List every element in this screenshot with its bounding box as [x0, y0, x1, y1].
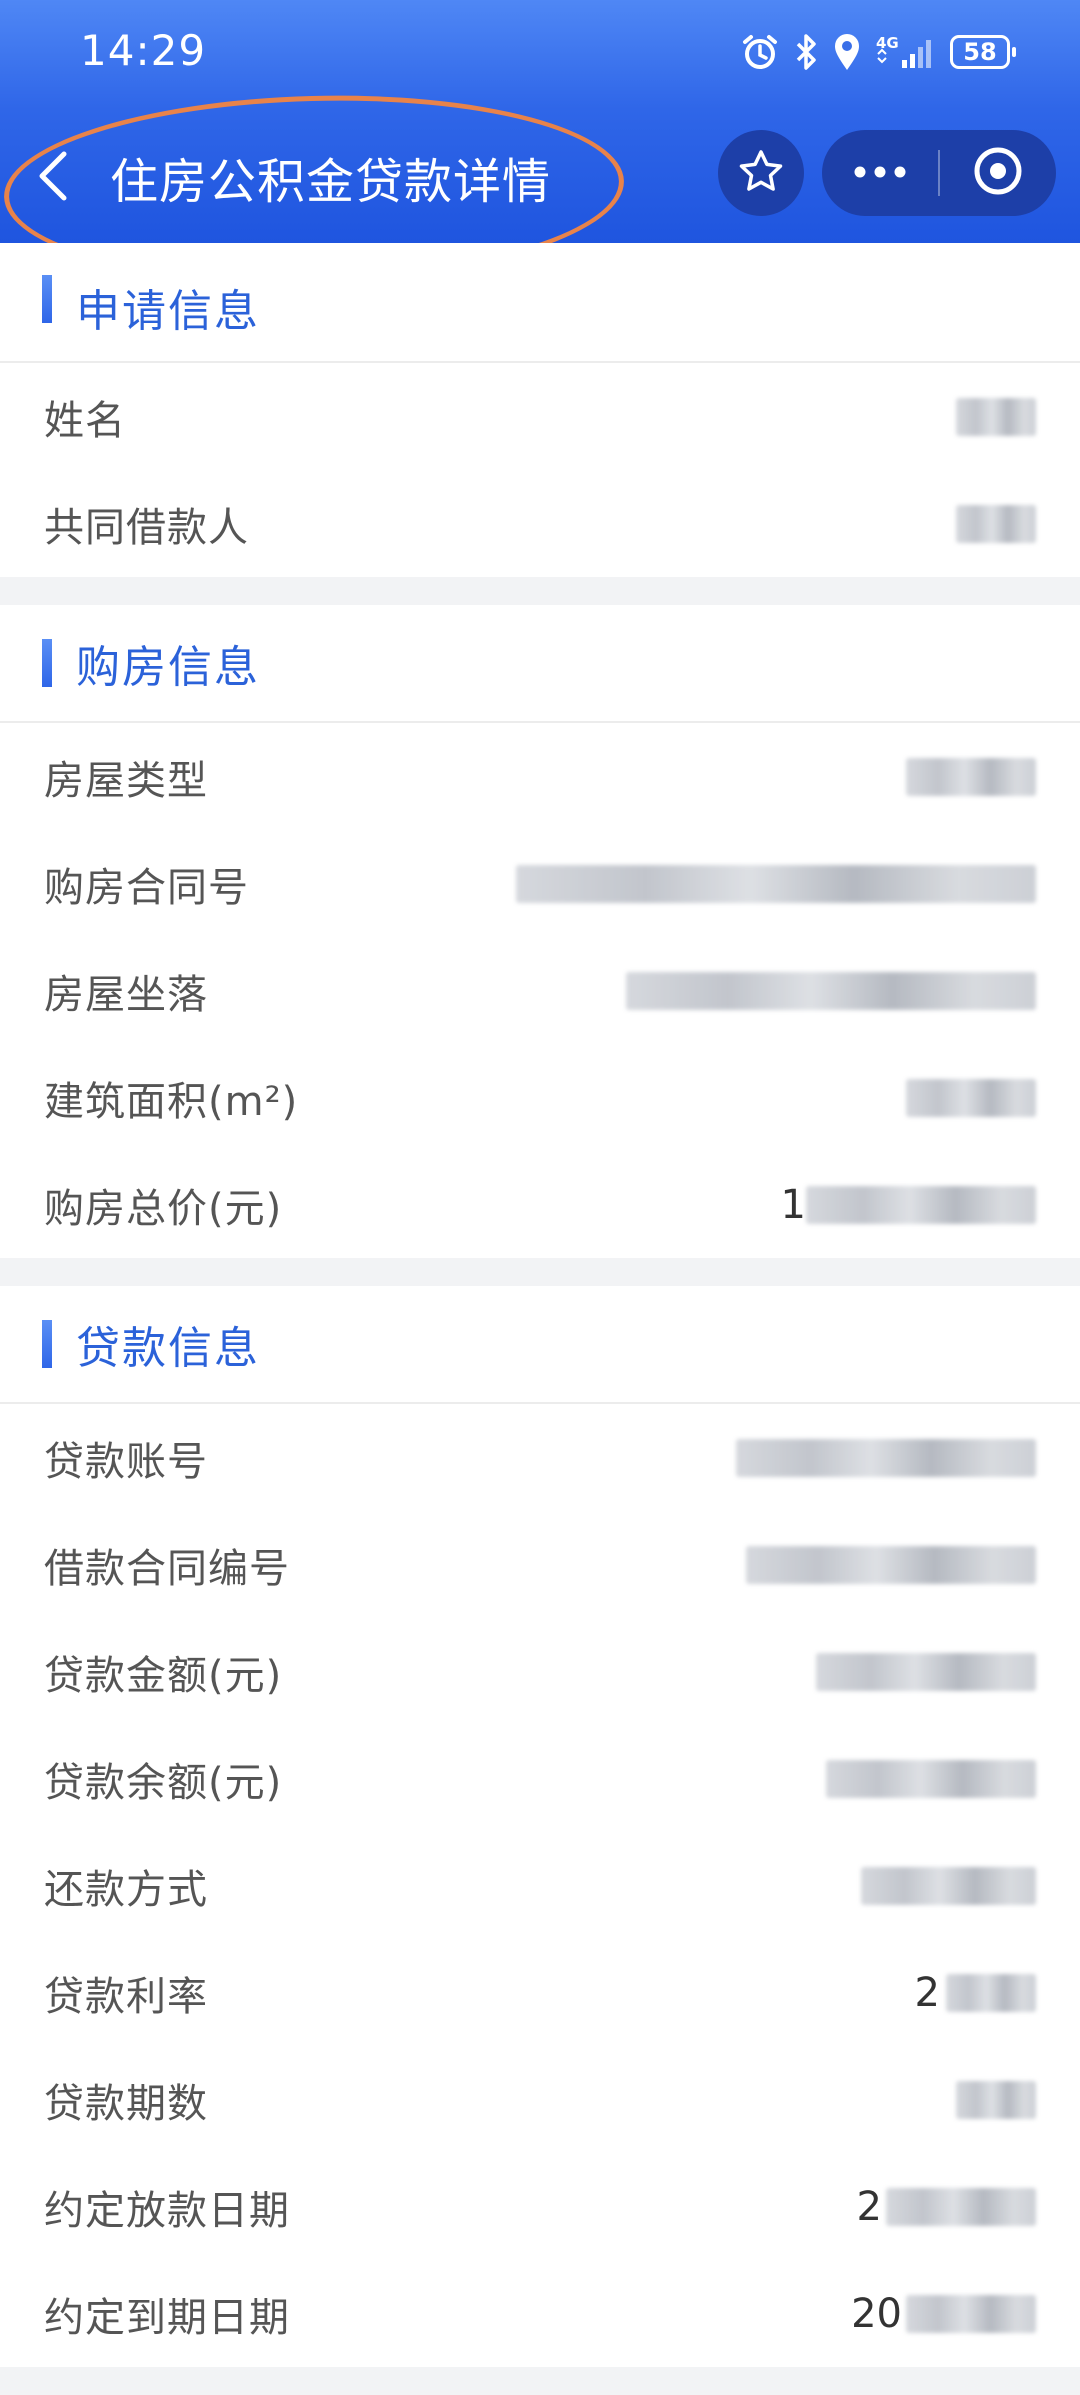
- row-value: [956, 2080, 1036, 2119]
- status-time: 14:29: [80, 26, 207, 75]
- bluetooth-icon: [794, 32, 818, 72]
- close-circle-icon: [972, 145, 1024, 201]
- section-header: 购房信息: [0, 605, 1080, 723]
- row-value: [746, 1545, 1036, 1584]
- row-value: [906, 757, 1036, 796]
- info-row-floor-area: 建筑面积(m²): [0, 1044, 1080, 1151]
- row-label: 还款方式: [44, 1866, 208, 1913]
- favorite-button[interactable]: [718, 130, 804, 216]
- battery-icon: 58: [950, 35, 1016, 69]
- location-icon: [832, 32, 862, 72]
- info-row-purchase-contract-no: 购房合同号: [0, 830, 1080, 937]
- row-label: 贷款期数: [44, 2080, 208, 2127]
- section-title: 贷款信息: [76, 1323, 260, 1374]
- close-button[interactable]: [940, 130, 1056, 216]
- status-bar: 14:29 4G 58: [0, 0, 1080, 105]
- section-purchase-info: 购房信息 房屋类型 购房合同号 房屋坐落 建筑面积(m²) 购房总价(元) 1: [0, 605, 1080, 1258]
- info-row-loan-terms: 贷款期数: [0, 2046, 1080, 2153]
- row-value: [626, 971, 1036, 1010]
- section-header: 申请信息: [0, 243, 1080, 363]
- more-button[interactable]: [822, 130, 938, 216]
- row-value: [956, 397, 1036, 436]
- row-value: [736, 1438, 1036, 1477]
- more-icon: [852, 164, 908, 183]
- row-label: 贷款金额(元): [44, 1652, 283, 1699]
- info-row-disbursement-date: 约定放款日期 2: [0, 2153, 1080, 2260]
- section-accent-bar: [42, 275, 52, 323]
- info-row-house-location: 房屋坐落: [0, 937, 1080, 1044]
- row-value: [516, 864, 1036, 903]
- row-value: 20: [851, 2291, 1036, 2337]
- row-label: 约定放款日期: [44, 2187, 290, 2234]
- row-value: [816, 1652, 1036, 1691]
- status-icons: 4G 58: [740, 28, 1016, 76]
- row-label: 贷款余额(元): [44, 1759, 283, 1806]
- row-label: 购房合同号: [44, 864, 249, 911]
- info-row-interest-rate: 贷款利率 2: [0, 1939, 1080, 2046]
- section-loan-info: 贷款信息 贷款账号 借款合同编号 贷款金额(元) 贷款余额(元) 还款方式 贷款…: [0, 1286, 1080, 2367]
- info-row-loan-amount: 贷款金额(元): [0, 1618, 1080, 1725]
- signal-icon: 4G: [876, 32, 936, 72]
- value-prefix: 20: [851, 2290, 902, 2337]
- row-label: 借款合同编号: [44, 1545, 290, 1592]
- row-value: [956, 504, 1036, 543]
- row-value: [861, 1866, 1036, 1905]
- info-row-loan-balance: 贷款余额(元): [0, 1725, 1080, 1832]
- info-row-loan-account: 贷款账号: [0, 1404, 1080, 1511]
- section-header: 贷款信息: [0, 1286, 1080, 1404]
- info-row-repayment-method: 还款方式: [0, 1832, 1080, 1939]
- section-title: 申请信息: [76, 286, 260, 337]
- back-icon[interactable]: [30, 146, 80, 206]
- section-title: 购房信息: [76, 642, 260, 693]
- info-row-name: 姓名: [0, 363, 1080, 470]
- row-label: 建筑面积(m²): [44, 1078, 299, 1125]
- info-row-total-price: 购房总价(元) 1: [0, 1151, 1080, 1258]
- row-label: 姓名: [44, 397, 126, 444]
- info-row-loan-contract-no: 借款合同编号: [0, 1511, 1080, 1618]
- row-label: 贷款利率: [44, 1973, 208, 2020]
- row-value: [906, 1078, 1036, 1117]
- row-value: 1: [781, 1182, 1036, 1228]
- value-prefix: 1: [780, 1181, 806, 1228]
- header: 14:29 4G 58 住房公积金贷款详情: [0, 0, 1080, 243]
- row-label: 约定到期日期: [44, 2294, 290, 2341]
- section-accent-bar: [42, 639, 52, 687]
- section-application-info: 申请信息 姓名 共同借款人: [0, 243, 1080, 577]
- navbar: 住房公积金贷款详情: [0, 108, 1080, 238]
- row-label: 房屋类型: [44, 757, 208, 804]
- row-value: 2: [915, 1970, 1036, 2016]
- row-value: 2: [857, 2184, 1036, 2230]
- row-value: [826, 1759, 1036, 1798]
- detail-content: 申请信息 姓名 共同借款人 购房信息 房屋类型 购房合同号 房屋坐落 建筑面积(…: [0, 243, 1080, 2395]
- value-prefix: 2: [914, 1969, 940, 2016]
- row-label: 贷款账号: [44, 1438, 208, 1485]
- info-row-co-borrower: 共同借款人: [0, 470, 1080, 577]
- value-prefix: 2: [856, 2183, 882, 2230]
- info-row-maturity-date: 约定到期日期 20: [0, 2260, 1080, 2367]
- section-accent-bar: [42, 1320, 52, 1368]
- row-label: 共同借款人: [44, 504, 249, 551]
- alarm-icon: [740, 32, 780, 72]
- page-title: 住房公积金贷款详情: [110, 154, 552, 210]
- info-row-house-type: 房屋类型: [0, 723, 1080, 830]
- svg-text:4G: 4G: [876, 34, 899, 52]
- row-label: 购房总价(元): [44, 1185, 283, 1232]
- mini-program-capsule: [822, 130, 1056, 216]
- star-icon: [737, 147, 785, 199]
- row-label: 房屋坐落: [44, 971, 208, 1018]
